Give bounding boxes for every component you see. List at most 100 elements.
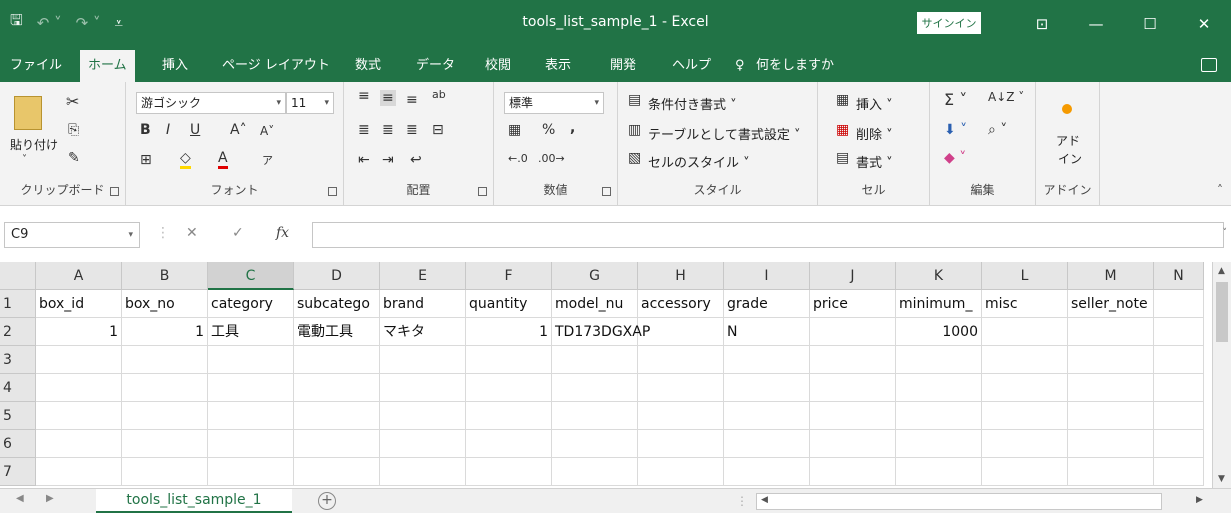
cell-d1[interactable]: subcatego <box>294 290 380 318</box>
cell-g6[interactable] <box>552 430 638 458</box>
customize-qat-icon[interactable]: ⩡ <box>114 14 122 32</box>
tab-review[interactable]: 校閲 <box>485 50 511 82</box>
cell-f4[interactable] <box>466 374 552 402</box>
cell-m5[interactable] <box>1068 402 1154 430</box>
row-header-6[interactable]: 6 <box>0 430 36 458</box>
insert-cells-button[interactable]: 挿入 ˅ <box>856 94 893 113</box>
sort-filter-icon[interactable]: A↓Z ˅ <box>988 90 1024 104</box>
tab-view[interactable]: 表示 <box>545 50 571 82</box>
cell-a5[interactable] <box>36 402 122 430</box>
row-header-3[interactable]: 3 <box>0 346 36 374</box>
row-header-4[interactable]: 4 <box>0 374 36 402</box>
column-header-i[interactable]: I <box>724 262 810 290</box>
cell-styles-button[interactable]: セルのスタイル ˅ <box>648 152 750 171</box>
align-bottom-icon[interactable]: ≡ <box>406 92 418 108</box>
fill-color-icon[interactable]: ◇ <box>180 150 191 169</box>
cell-m4[interactable] <box>1068 374 1154 402</box>
accounting-format-icon[interactable]: ▦ <box>508 122 521 138</box>
cell-e3[interactable] <box>380 346 466 374</box>
cell-d4[interactable] <box>294 374 380 402</box>
cell-b3[interactable] <box>122 346 208 374</box>
cell-c4[interactable] <box>208 374 294 402</box>
cell-i4[interactable] <box>724 374 810 402</box>
increase-font-icon[interactable]: A˄ <box>230 122 247 138</box>
formula-input[interactable] <box>312 222 1224 248</box>
column-header-n[interactable]: N <box>1154 262 1204 290</box>
vertical-scrollbar[interactable]: ▲ ▼ <box>1212 262 1231 488</box>
number-launcher-icon[interactable] <box>602 187 611 196</box>
increase-indent-icon[interactable]: ⇥ <box>382 152 394 168</box>
cell-a6[interactable] <box>36 430 122 458</box>
comment-icon[interactable] <box>1201 58 1217 72</box>
cell-f2[interactable]: 1 <box>466 318 552 346</box>
cell-a2[interactable]: 1 <box>36 318 122 346</box>
maximize-button[interactable]: ☐ <box>1123 0 1177 50</box>
cell-e4[interactable] <box>380 374 466 402</box>
increase-decimal-icon[interactable]: ←.0 <box>508 152 528 165</box>
row-header-2[interactable]: 2 <box>0 318 36 346</box>
column-header-j[interactable]: J <box>810 262 896 290</box>
scroll-up-icon[interactable]: ▲ <box>1218 266 1225 276</box>
wrap-text-icon[interactable]: ↩ <box>410 152 422 168</box>
cell-e6[interactable] <box>380 430 466 458</box>
select-all-corner[interactable] <box>0 262 36 290</box>
cell-g7[interactable] <box>552 458 638 486</box>
cell-n7[interactable] <box>1154 458 1204 486</box>
autosum-icon[interactable]: Σ ˅ <box>944 90 967 109</box>
cell-i5[interactable] <box>724 402 810 430</box>
alignment-launcher-icon[interactable] <box>478 187 487 196</box>
cell-j2[interactable] <box>810 318 896 346</box>
cell-m1[interactable]: seller_note <box>1068 290 1154 318</box>
scroll-left-icon[interactable]: ◀ <box>761 495 768 505</box>
cell-a3[interactable] <box>36 346 122 374</box>
format-as-table-icon[interactable]: ▥ <box>628 122 641 138</box>
cell-n5[interactable] <box>1154 402 1204 430</box>
clear-icon[interactable]: ◆ ˅ <box>944 150 966 166</box>
cell-j4[interactable] <box>810 374 896 402</box>
cell-e7[interactable] <box>380 458 466 486</box>
decrease-decimal-icon[interactable]: .00→ <box>538 152 565 165</box>
row-header-7[interactable]: 7 <box>0 458 36 486</box>
cell-i6[interactable] <box>724 430 810 458</box>
align-middle-icon[interactable]: ≡ <box>380 90 396 106</box>
cell-k5[interactable] <box>896 402 982 430</box>
tab-page-layout[interactable]: ページ レイアウト <box>222 50 330 82</box>
cell-c5[interactable] <box>208 402 294 430</box>
cell-f6[interactable] <box>466 430 552 458</box>
addins-button-line1[interactable]: アド <box>1056 132 1080 149</box>
cell-g4[interactable] <box>552 374 638 402</box>
tab-splitter-icon[interactable]: ⋮ <box>736 494 748 508</box>
align-right-icon[interactable]: ≣ <box>406 122 418 138</box>
cell-j7[interactable] <box>810 458 896 486</box>
cell-b6[interactable] <box>122 430 208 458</box>
cell-d6[interactable] <box>294 430 380 458</box>
cell-f1[interactable]: quantity <box>466 290 552 318</box>
cell-h6[interactable] <box>638 430 724 458</box>
merge-center-icon[interactable]: ⊟ <box>432 122 444 138</box>
cell-e2[interactable]: マキタ <box>380 318 466 346</box>
column-header-b[interactable]: B <box>122 262 208 290</box>
cell-i2[interactable]: N <box>724 318 810 346</box>
conditional-formatting-icon[interactable]: ▤ <box>628 92 641 108</box>
cell-e1[interactable]: brand <box>380 290 466 318</box>
name-box[interactable]: C9 ▾ <box>4 222 140 248</box>
minimize-button[interactable]: — <box>1069 0 1123 50</box>
cell-h4[interactable] <box>638 374 724 402</box>
expand-formula-bar-icon[interactable]: ˅ <box>1223 228 1228 238</box>
font-launcher-icon[interactable] <box>328 187 337 196</box>
cell-g2[interactable]: TD173DGXAP <box>552 318 650 346</box>
font-size-select[interactable]: 11 ▾ <box>286 92 334 114</box>
format-cells-button[interactable]: 書式 ˅ <box>856 152 893 171</box>
delete-cells-icon[interactable]: ▦ <box>836 122 849 138</box>
phonetic-icon[interactable]: ア <box>262 152 273 168</box>
cell-d3[interactable] <box>294 346 380 374</box>
cut-icon[interactable]: ✂ <box>66 92 79 111</box>
cell-l1[interactable]: misc <box>982 290 1068 318</box>
bold-icon[interactable]: B <box>140 122 151 138</box>
align-top-icon[interactable]: ≡ <box>358 88 370 104</box>
percent-icon[interactable]: % <box>542 122 555 138</box>
close-button[interactable]: ✕ <box>1177 0 1231 50</box>
cell-m3[interactable] <box>1068 346 1154 374</box>
cell-g1[interactable]: model_nu <box>552 290 638 318</box>
cell-b5[interactable] <box>122 402 208 430</box>
